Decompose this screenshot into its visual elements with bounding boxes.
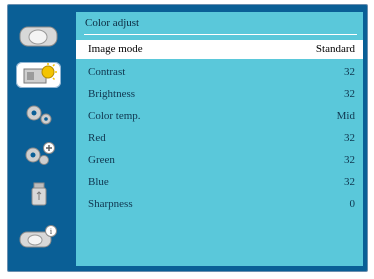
- image-adjust-icon[interactable]: [16, 62, 61, 88]
- usb-drive-icon[interactable]: [16, 181, 61, 207]
- row-label: Brightness: [88, 88, 136, 100]
- info-icon[interactable]: i: [16, 224, 61, 250]
- panel-title: Color adjust: [85, 17, 140, 29]
- row-blue[interactable]: Blue 32: [76, 173, 363, 192]
- title-divider: [84, 34, 357, 35]
- row-label: Green: [88, 154, 115, 166]
- row-value: Standard: [315, 43, 355, 55]
- gear-icon[interactable]: [16, 101, 61, 127]
- row-label: Contrast: [88, 66, 126, 78]
- row-label: Sharpness: [88, 198, 133, 210]
- row-image-mode[interactable]: Image mode Standard: [76, 40, 363, 59]
- row-value: 32: [344, 176, 355, 188]
- row-label: Red: [88, 132, 106, 144]
- gear-plus-icon[interactable]: [16, 141, 61, 167]
- row-brightness[interactable]: Brightness 32: [76, 85, 363, 104]
- row-value: Mid: [336, 110, 355, 122]
- osd-menu-frame: i Color adjust Image mode Standard Contr…: [7, 4, 368, 272]
- row-label: Blue: [88, 176, 109, 188]
- row-value: 32: [344, 66, 355, 78]
- row-value: 32: [344, 132, 355, 144]
- row-value: 32: [344, 154, 355, 166]
- row-sharpness[interactable]: Sharpness 0: [76, 195, 363, 214]
- row-value: 0: [349, 198, 356, 210]
- row-label: Image mode: [88, 43, 143, 55]
- row-green[interactable]: Green 32: [76, 151, 363, 170]
- color-adjust-panel: Color adjust Image mode Standard Contras…: [76, 12, 363, 266]
- row-color-temp[interactable]: Color temp. Mid: [76, 107, 363, 126]
- row-contrast[interactable]: Contrast 32: [76, 63, 363, 82]
- display-icon[interactable]: [16, 23, 61, 49]
- row-red[interactable]: Red 32: [76, 129, 363, 148]
- row-label: Color temp.: [88, 110, 141, 122]
- row-value: 32: [344, 88, 355, 100]
- menu-sidebar: i: [8, 5, 70, 271]
